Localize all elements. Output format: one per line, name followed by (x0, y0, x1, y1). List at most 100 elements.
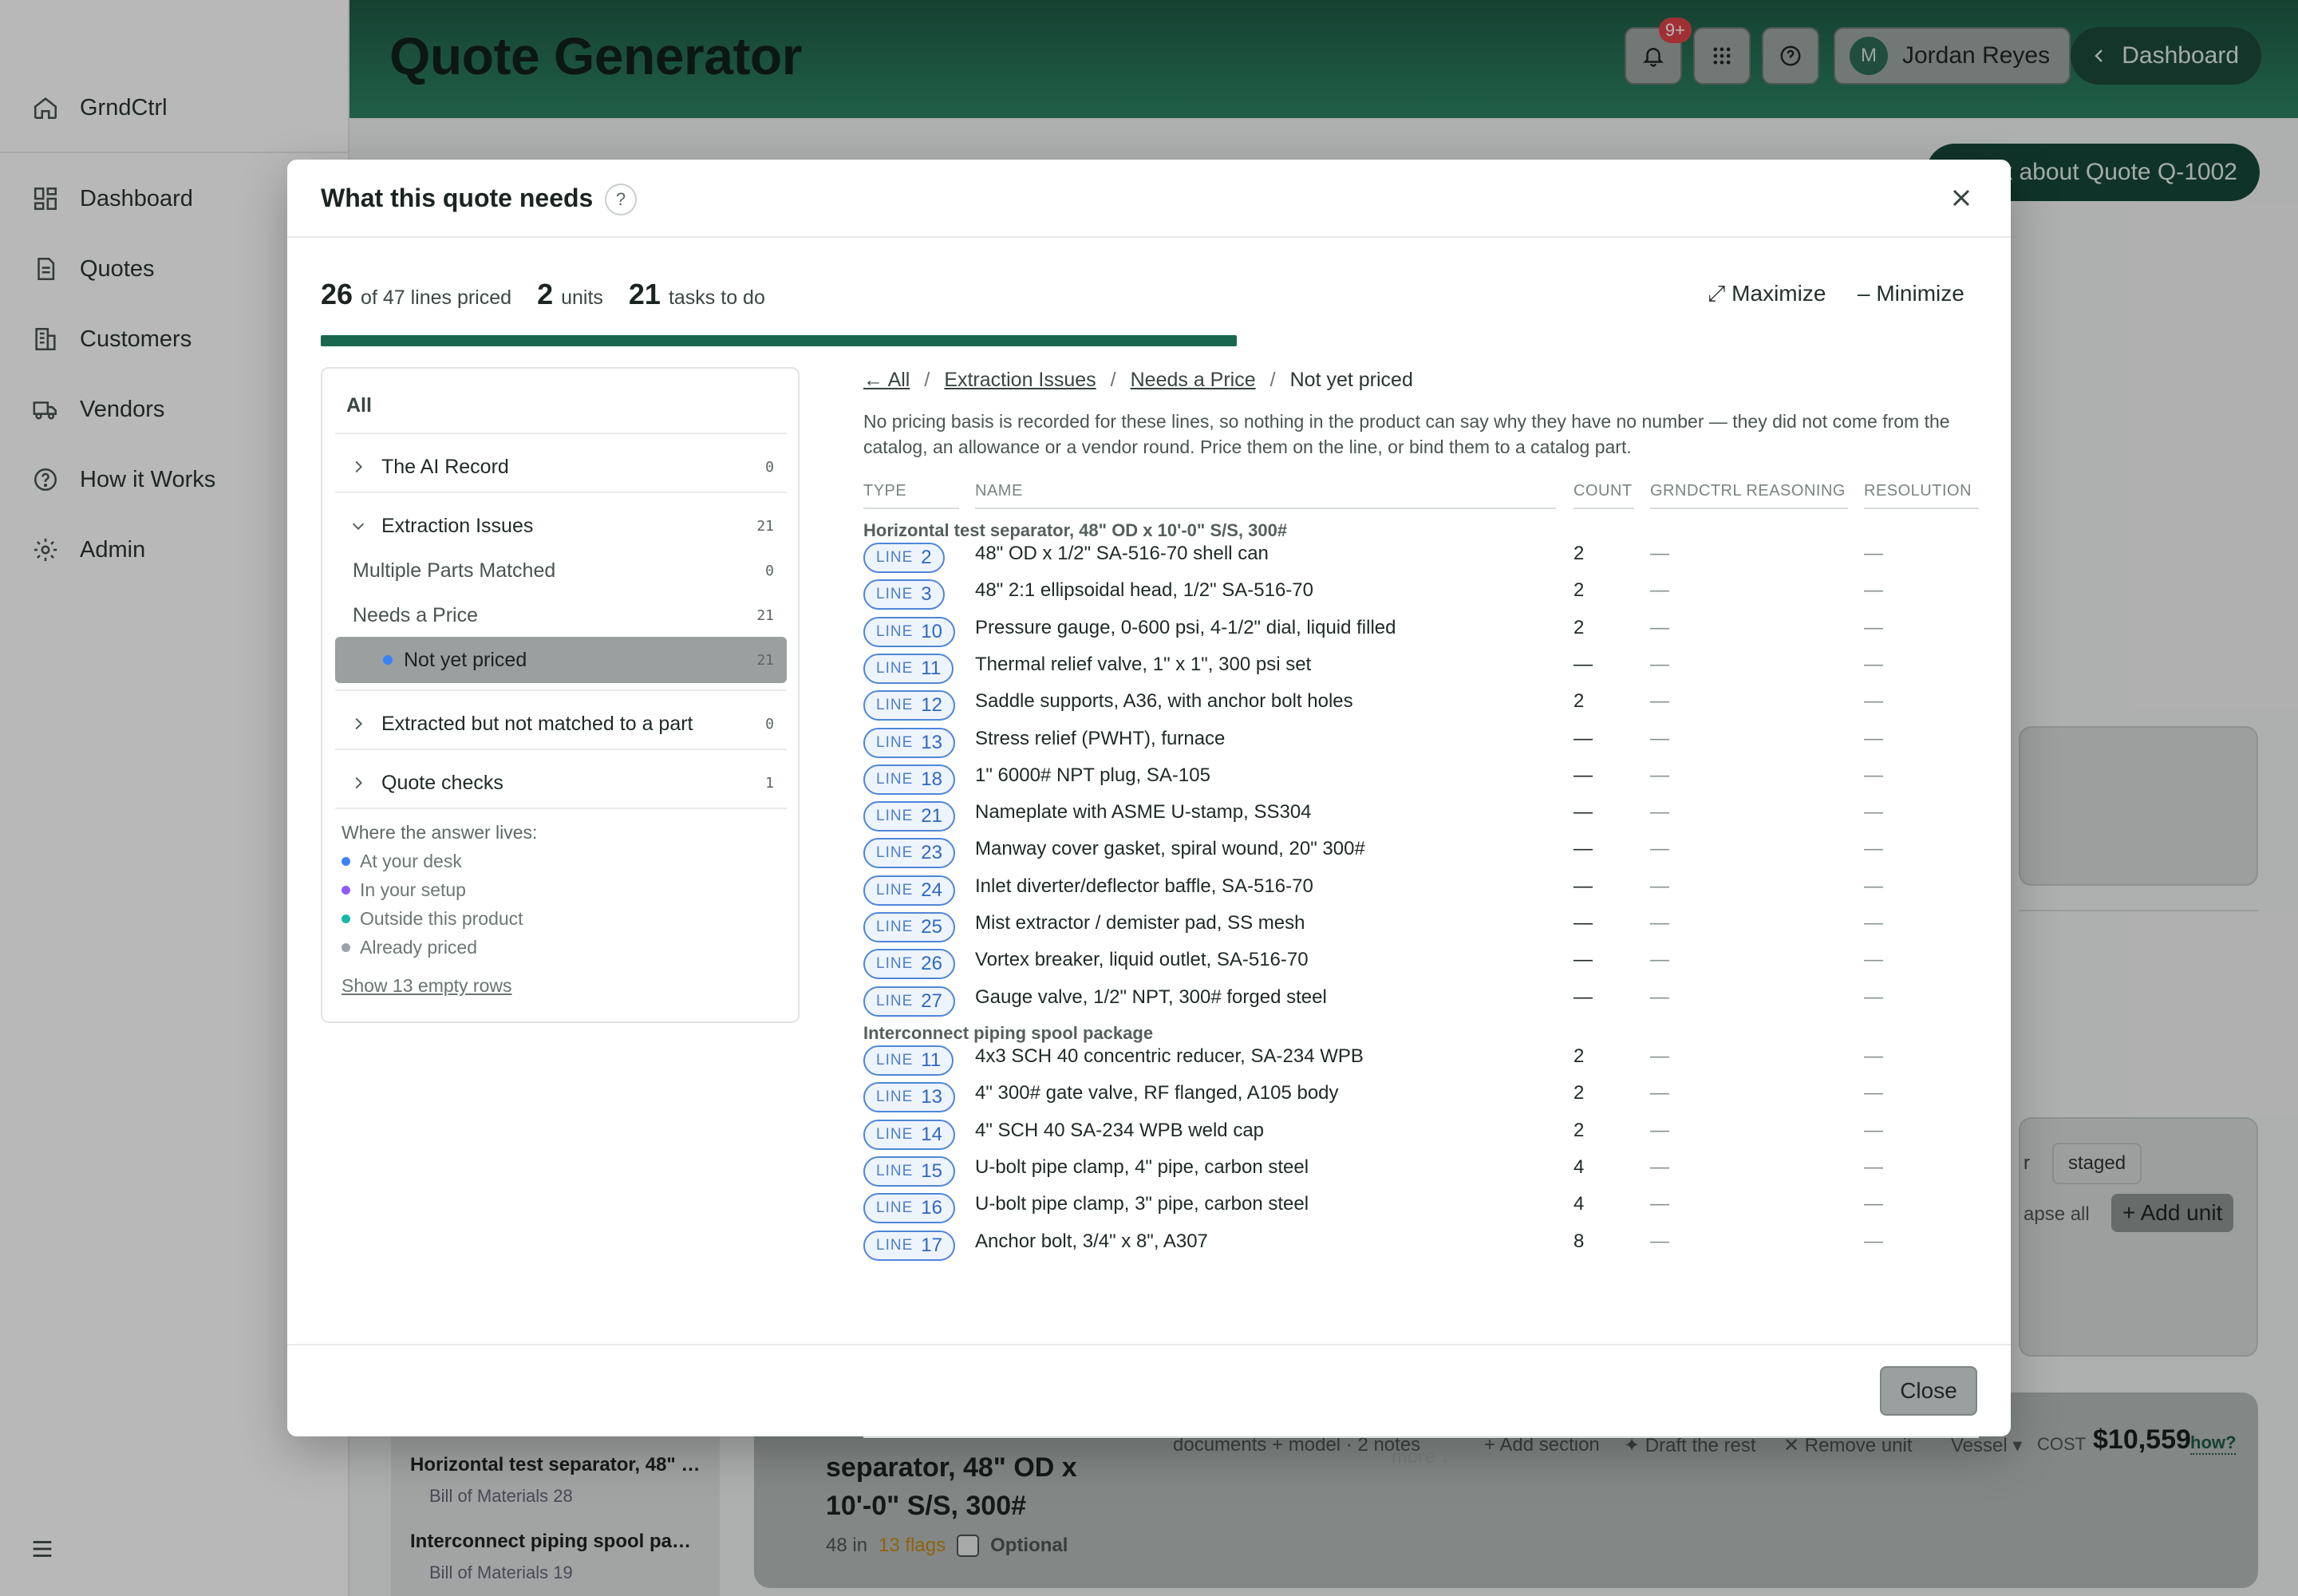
tree-item-not-yet-priced[interactable]: Not yet priced 21 (335, 637, 787, 683)
line-count: 2 (1573, 543, 1585, 564)
line-pill-number: 21 (921, 805, 942, 828)
line-resolution: — (1864, 764, 1883, 786)
line-reasoning: — (1650, 727, 1669, 749)
line-pill[interactable]: LINE 11 (863, 1045, 954, 1076)
close-button[interactable]: Close (1880, 1366, 1977, 1416)
table-row[interactable]: LINE 26 Vortex breaker, liquid outlet, SA-… (863, 946, 1979, 982)
line-count: — (1573, 912, 1593, 934)
table-row[interactable]: LINE 21 Nameplate with ASME U-stamp, SS304… (863, 798, 1979, 835)
table-row[interactable]: LINE 10 Pressure gauge, 0-600 psi, 4-1/2" … (863, 614, 1979, 650)
line-pill-label: LINE (876, 1052, 914, 1069)
table-row[interactable]: LINE 16 U-bolt pipe clamp, 3" pipe, carbon… (863, 1190, 1979, 1227)
line-pill[interactable]: LINE 16 (863, 1193, 955, 1224)
line-reasoning: — (1650, 1045, 1669, 1067)
table-row[interactable]: LINE 25 Mist extractor / demister pad, SS … (863, 909, 1979, 946)
quote-needs-modal: What this quote needs ? 26 of 47 lines p… (287, 160, 2011, 1468)
line-count: — (1573, 949, 1593, 971)
line-pill[interactable]: LINE 10 (863, 616, 955, 647)
line-resolution: — (1864, 579, 1883, 602)
column-header-resolution: RESOLUTION (1864, 482, 1972, 500)
line-name: Saddle supports, A36, with anchor bolt h… (975, 690, 1353, 713)
breadcrumb-all[interactable]: ← All (863, 369, 910, 392)
tree-item-extraction-issues[interactable]: Extraction Issues 21 (335, 503, 787, 549)
category-description: No pricing basis is recorded for these l… (863, 411, 1950, 457)
show-empty-rows-link[interactable]: Show 13 empty rows (342, 975, 511, 997)
line-resolution: — (1864, 838, 1883, 860)
line-name: Anchor bolt, 3/4" x 8", A307 (975, 1230, 1208, 1252)
line-name: Pressure gauge, 0-600 psi, 4-1/2" dial, … (975, 616, 1396, 638)
tree-item-extracted-not-matched[interactable]: Extracted but not matched to a part 0 (335, 701, 787, 747)
table-row[interactable]: LINE 3 48" 2:1 ellipsoidal head, 1/2" SA-5… (863, 576, 1979, 613)
line-pill[interactable]: LINE 14 (863, 1119, 955, 1150)
tree-item-quote-checks[interactable]: Quote checks 1 (335, 760, 787, 806)
tree-divider (335, 492, 787, 493)
line-name: Mist extractor / demister pad, SS mesh (975, 912, 1305, 934)
legend-label: Outside this product (360, 908, 523, 929)
legend-label: Already priced (360, 937, 478, 958)
line-pill-label: LINE (876, 549, 914, 566)
tree-divider (335, 808, 787, 809)
line-pill-number: 13 (921, 1086, 942, 1108)
column-header-name: NAME (975, 482, 1023, 500)
tree-all[interactable]: All (346, 394, 372, 417)
maximize-button[interactable]: ⤢ Maximize (1708, 281, 1826, 307)
line-pill[interactable]: LINE 3 (863, 579, 945, 610)
table-row[interactable]: LINE 15 U-bolt pipe clamp, 4" pipe, carbon… (863, 1153, 1979, 1190)
line-pill[interactable]: LINE 18 (863, 764, 955, 795)
column-underline (1650, 508, 1848, 509)
line-name: 4x3 SCH 40 concentric reducer, SA-234 WP… (975, 1045, 1364, 1067)
line-pill[interactable]: LINE 12 (863, 690, 955, 721)
line-count: 4 (1573, 1193, 1585, 1215)
line-pill[interactable]: LINE 15 (863, 1156, 955, 1187)
table-row[interactable]: LINE 27 Gauge valve, 1/2" NPT, 300# forged… (863, 983, 1979, 1020)
legend-label: At your desk (360, 851, 462, 871)
line-pill[interactable]: LINE 26 (863, 949, 955, 980)
line-reasoning: — (1650, 579, 1669, 602)
line-pill[interactable]: LINE 13 (863, 727, 955, 758)
table-row[interactable]: LINE 23 Manway cover gasket, spiral wound,… (863, 835, 1979, 871)
line-pill[interactable]: LINE 11 (863, 653, 954, 684)
breadcrumb-needs-price[interactable]: Needs a Price (1131, 369, 1256, 392)
chevron-down-icon (349, 517, 367, 535)
table-row[interactable]: LINE 18 1" 6000# NPT plug, SA-105 — — — (863, 761, 1979, 798)
tree-divider (335, 433, 787, 434)
line-pill[interactable]: LINE 27 (863, 986, 955, 1017)
line-pill-label: LINE (876, 659, 914, 677)
table-row[interactable]: LINE 13 Stress relief (PWHT), furnace — — — (863, 725, 1979, 761)
line-pill-label: LINE (876, 770, 914, 788)
table-row[interactable]: LINE 2 48" OD x 1/2" SA-516-70 shell can 2 —… (863, 539, 1979, 576)
line-resolution: — (1864, 653, 1883, 675)
line-pill[interactable]: LINE 13 (863, 1082, 955, 1113)
table-row[interactable]: LINE 13 4" 300# gate valve, RF flanged, A1… (863, 1079, 1979, 1116)
line-name: 1" 6000# NPT plug, SA-105 (975, 764, 1210, 786)
modal-help-button[interactable]: ? (605, 184, 637, 215)
column-underline (1573, 508, 1634, 509)
line-pill[interactable]: LINE 25 (863, 912, 955, 942)
line-pill-label: LINE (876, 697, 914, 714)
category-tree: All The AI Record 0 Extraction Issues 21… (321, 367, 800, 1023)
line-name: 48" OD x 1/2" SA-516-70 shell can (975, 543, 1269, 564)
more-link[interactable]: more ↓ (1392, 1446, 1450, 1468)
table-row[interactable]: LINE 24 Inlet diverter/deflector baffle, S… (863, 872, 1979, 909)
modal-footer: Close (287, 1344, 2011, 1436)
legend-dot (342, 915, 350, 923)
line-pill[interactable]: LINE 17 (863, 1230, 955, 1261)
table-row[interactable]: LINE 14 4" SCH 40 SA-234 WPB weld cap 2 — — (863, 1116, 1979, 1153)
tree-item-ai-record[interactable]: The AI Record 0 (335, 444, 787, 490)
line-name: 4" 300# gate valve, RF flanged, A105 bod… (975, 1082, 1339, 1104)
line-pill[interactable]: LINE 2 (863, 543, 945, 573)
line-pill[interactable]: LINE 24 (863, 875, 955, 906)
table-row[interactable]: LINE 12 Saddle supports, A36, with anchor … (863, 687, 1979, 724)
table-row[interactable]: LINE 17 Anchor bolt, 3/4" x 8", A307 8 — — (863, 1227, 1979, 1264)
line-count: 2 (1573, 1045, 1585, 1067)
table-row[interactable]: LINE 11 Thermal relief valve, 1" x 1", 300… (863, 650, 1979, 687)
line-pill[interactable]: LINE 23 (863, 838, 955, 869)
line-name: Inlet diverter/deflector baffle, SA-516-… (975, 875, 1313, 897)
close-icon[interactable] (1947, 184, 1976, 212)
breadcrumb-extraction-issues[interactable]: Extraction Issues (944, 369, 1096, 392)
tree-item-multiple-parts[interactable]: Multiple Parts Matched 0 (335, 547, 787, 594)
minimize-button[interactable]: – Minimize (1858, 281, 1964, 306)
table-row[interactable]: LINE 11 4x3 SCH 40 concentric reducer, SA-… (863, 1042, 1979, 1079)
tree-item-needs-price[interactable]: Needs a Price 21 (335, 592, 787, 638)
line-pill[interactable]: LINE 21 (863, 801, 955, 832)
